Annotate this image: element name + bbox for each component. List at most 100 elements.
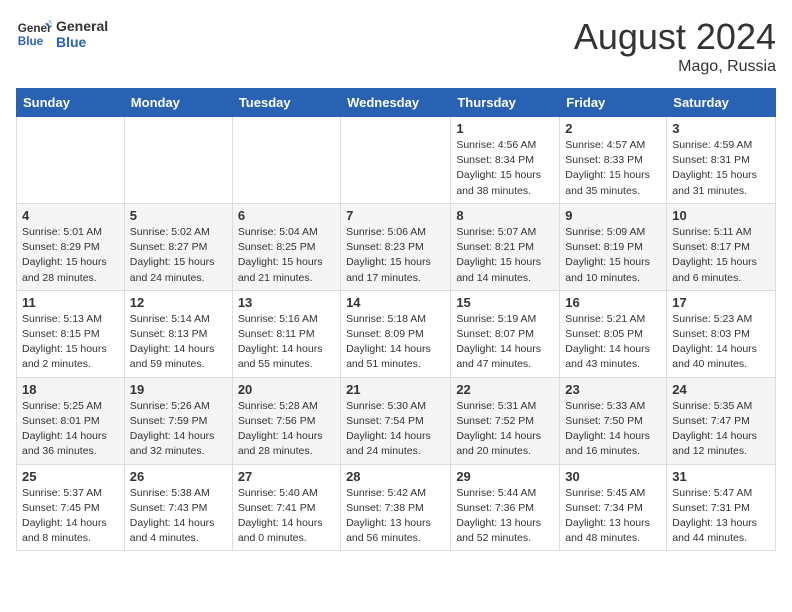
calendar-cell [341, 117, 451, 204]
day-info: Sunrise: 5:11 AMSunset: 8:17 PMDaylight:… [672, 225, 770, 286]
day-number: 10 [672, 208, 770, 223]
day-number: 26 [130, 469, 227, 484]
calendar-cell: 7Sunrise: 5:06 AMSunset: 8:23 PMDaylight… [341, 203, 451, 290]
calendar-cell: 6Sunrise: 5:04 AMSunset: 8:25 PMDaylight… [232, 203, 340, 290]
day-number: 15 [456, 295, 554, 310]
day-info: Sunrise: 5:09 AMSunset: 8:19 PMDaylight:… [565, 225, 661, 286]
month-title: August 2024 [574, 16, 776, 58]
day-info: Sunrise: 5:21 AMSunset: 8:05 PMDaylight:… [565, 312, 661, 373]
day-number: 9 [565, 208, 661, 223]
day-number: 21 [346, 382, 445, 397]
calendar-cell: 2Sunrise: 4:57 AMSunset: 8:33 PMDaylight… [560, 117, 667, 204]
logo: General Blue General Blue [16, 16, 108, 52]
calendar-cell: 15 Sunrise: 5:19 AMSunset: 8:07 PMDayligh… [451, 290, 560, 377]
day-info: Sunrise: 5:19 AMSunset: 8:07 PMDaylight:… [456, 312, 554, 373]
day-info: Sunrise: 5:13 AMSunset: 8:15 PMDaylight:… [22, 312, 119, 373]
weekday-header-monday: Monday [124, 89, 232, 117]
calendar-week-2: 4Sunrise: 5:01 AMSunset: 8:29 PMDaylight… [17, 203, 776, 290]
day-number: 30 [565, 469, 661, 484]
calendar-cell: 26 Sunrise: 5:38 AMSunset: 7:43 PMDayligh… [124, 464, 232, 551]
calendar-cell: 12Sunrise: 5:14 AMSunset: 8:13 PMDayligh… [124, 290, 232, 377]
day-info: Sunrise: 5:38 AMSunset: 7:43 PMDaylight:… [130, 486, 227, 547]
day-info: Sunrise: 4:57 AMSunset: 8:33 PMDaylight:… [565, 138, 661, 199]
day-info: Sunrise: 5:28 AMSunset: 7:56 PMDaylight:… [238, 399, 335, 460]
day-info: Sunrise: 5:30 AMSunset: 7:54 PMDaylight:… [346, 399, 445, 460]
day-number: 7 [346, 208, 445, 223]
calendar-cell: 17Sunrise: 5:23 AMSunset: 8:03 PMDayligh… [667, 290, 776, 377]
day-info: Sunrise: 5:37 AMSunset: 7:45 PMDaylight:… [22, 486, 119, 547]
calendar-cell: 9 Sunrise: 5:09 AMSunset: 8:19 PMDaylight… [560, 203, 667, 290]
day-number: 12 [130, 295, 227, 310]
day-number: 19 [130, 382, 227, 397]
day-info: Sunrise: 5:31 AMSunset: 7:52 PMDaylight:… [456, 399, 554, 460]
calendar-week-5: 25 Sunrise: 5:37 AMSunset: 7:45 PMDayligh… [17, 464, 776, 551]
calendar-cell: 18 Sunrise: 5:25 AMSunset: 8:01 PMDayligh… [17, 377, 125, 464]
day-info: Sunrise: 5:07 AMSunset: 8:21 PMDaylight:… [456, 225, 554, 286]
day-info: Sunrise: 5:02 AMSunset: 8:27 PMDaylight:… [130, 225, 227, 286]
day-number: 23 [565, 382, 661, 397]
calendar-cell: 1 Sunrise: 4:56 AMSunset: 8:34 PMDaylight… [451, 117, 560, 204]
day-number: 27 [238, 469, 335, 484]
day-number: 1 [456, 121, 554, 136]
day-number: 20 [238, 382, 335, 397]
day-number: 18 [22, 382, 119, 397]
day-number: 17 [672, 295, 770, 310]
weekday-header-saturday: Saturday [667, 89, 776, 117]
day-number: 13 [238, 295, 335, 310]
calendar-week-3: 11 Sunrise: 5:13 AMSunset: 8:15 PMDayligh… [17, 290, 776, 377]
calendar-cell: 30Sunrise: 5:45 AMSunset: 7:34 PMDayligh… [560, 464, 667, 551]
calendar-cell: 27 Sunrise: 5:40 AMSunset: 7:41 PMDayligh… [232, 464, 340, 551]
day-number: 28 [346, 469, 445, 484]
calendar-cell: 4Sunrise: 5:01 AMSunset: 8:29 PMDaylight… [17, 203, 125, 290]
logo-line2: Blue [56, 34, 108, 50]
calendar-cell: 16 Sunrise: 5:21 AMSunset: 8:05 PMDayligh… [560, 290, 667, 377]
location: Mago, Russia [574, 58, 776, 76]
day-number: 29 [456, 469, 554, 484]
day-info: Sunrise: 5:25 AMSunset: 8:01 PMDaylight:… [22, 399, 119, 460]
title-block: August 2024 Mago, Russia [574, 16, 776, 76]
calendar-cell: 3 Sunrise: 4:59 AMSunset: 8:31 PMDaylight… [667, 117, 776, 204]
day-number: 24 [672, 382, 770, 397]
day-info: Sunrise: 5:26 AMSunset: 7:59 PMDaylight:… [130, 399, 227, 460]
calendar-cell: 22 Sunrise: 5:31 AMSunset: 7:52 PMDayligh… [451, 377, 560, 464]
day-number: 8 [456, 208, 554, 223]
calendar-cell: 20 Sunrise: 5:28 AMSunset: 7:56 PMDayligh… [232, 377, 340, 464]
day-number: 11 [22, 295, 119, 310]
day-info: Sunrise: 5:33 AMSunset: 7:50 PMDaylight:… [565, 399, 661, 460]
calendar-cell: 8 Sunrise: 5:07 AMSunset: 8:21 PMDaylight… [451, 203, 560, 290]
weekday-header-thursday: Thursday [451, 89, 560, 117]
day-info: Sunrise: 4:56 AMSunset: 8:34 PMDaylight:… [456, 138, 554, 199]
calendar-cell: 11 Sunrise: 5:13 AMSunset: 8:15 PMDayligh… [17, 290, 125, 377]
calendar-cell: 5Sunrise: 5:02 AMSunset: 8:27 PMDaylight… [124, 203, 232, 290]
calendar-table: SundayMondayTuesdayWednesdayThursdayFrid… [16, 88, 776, 551]
logo-icon: General Blue [16, 16, 52, 52]
svg-text:Blue: Blue [18, 35, 44, 48]
calendar-cell: 23 Sunrise: 5:33 AMSunset: 7:50 PMDayligh… [560, 377, 667, 464]
day-info: Sunrise: 5:40 AMSunset: 7:41 PMDaylight:… [238, 486, 335, 547]
calendar-cell: 21 Sunrise: 5:30 AMSunset: 7:54 PMDayligh… [341, 377, 451, 464]
day-number: 22 [456, 382, 554, 397]
day-number: 25 [22, 469, 119, 484]
calendar-cell: 28 Sunrise: 5:42 AMSunset: 7:38 PMDayligh… [341, 464, 451, 551]
calendar-cell [232, 117, 340, 204]
day-info: Sunrise: 4:59 AMSunset: 8:31 PMDaylight:… [672, 138, 770, 199]
day-info: Sunrise: 5:42 AMSunset: 7:38 PMDaylight:… [346, 486, 445, 547]
calendar-cell: 14Sunrise: 5:18 AMSunset: 8:09 PMDayligh… [341, 290, 451, 377]
day-number: 16 [565, 295, 661, 310]
day-number: 3 [672, 121, 770, 136]
calendar-week-1: 1 Sunrise: 4:56 AMSunset: 8:34 PMDaylight… [17, 117, 776, 204]
day-info: Sunrise: 5:04 AMSunset: 8:25 PMDaylight:… [238, 225, 335, 286]
calendar-cell [124, 117, 232, 204]
calendar-cell: 19 Sunrise: 5:26 AMSunset: 7:59 PMDayligh… [124, 377, 232, 464]
day-info: Sunrise: 5:44 AMSunset: 7:36 PMDaylight:… [456, 486, 554, 547]
logo-line1: General [56, 18, 108, 34]
calendar-cell: 29 Sunrise: 5:44 AMSunset: 7:36 PMDayligh… [451, 464, 560, 551]
calendar-cell: 25 Sunrise: 5:37 AMSunset: 7:45 PMDayligh… [17, 464, 125, 551]
day-number: 31 [672, 469, 770, 484]
calendar-cell [17, 117, 125, 204]
calendar-cell: 31Sunrise: 5:47 AMSunset: 7:31 PMDayligh… [667, 464, 776, 551]
weekday-header-sunday: Sunday [17, 89, 125, 117]
weekday-header-tuesday: Tuesday [232, 89, 340, 117]
weekday-header-row: SundayMondayTuesdayWednesdayThursdayFrid… [17, 89, 776, 117]
calendar-cell: 24Sunrise: 5:35 AMSunset: 7:47 PMDayligh… [667, 377, 776, 464]
